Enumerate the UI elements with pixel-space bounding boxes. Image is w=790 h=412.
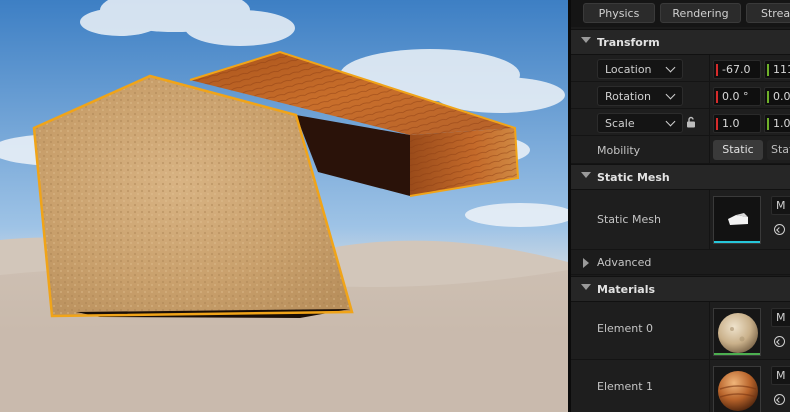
material-thumbnail[interactable] xyxy=(713,366,761,412)
rotation-x-field[interactable]: 0.0 ° xyxy=(713,87,761,106)
mobility-static-button[interactable]: Static xyxy=(713,140,763,160)
collapse-arrow-icon xyxy=(581,172,591,178)
chevron-down-icon xyxy=(665,62,676,73)
category-tabs: Physics Rendering Streaming xyxy=(571,0,790,27)
reset-arrow-icon[interactable] xyxy=(774,394,785,405)
rotation-y-value: 0.0 xyxy=(773,90,790,103)
rotation-y-field[interactable]: 0.0 xyxy=(764,87,790,106)
element-label: Element 1 xyxy=(597,380,654,393)
rotation-dropdown[interactable]: Rotation xyxy=(597,86,683,106)
material-thumbnail[interactable] xyxy=(713,308,761,356)
mobility-row: Mobility Static Stationary xyxy=(571,136,790,164)
material-sphere-icon xyxy=(718,371,758,411)
lock-icon[interactable] xyxy=(685,116,697,128)
material-asset-picker[interactable]: M xyxy=(771,366,790,385)
section-title: Materials xyxy=(597,283,656,296)
material-element-row: Element 1 M xyxy=(571,360,790,412)
static-mesh-label: Static Mesh xyxy=(597,213,661,226)
reset-arrow-icon[interactable] xyxy=(774,224,785,235)
scale-y-value: 1.0 xyxy=(773,117,790,130)
location-y-field[interactable]: 111 xyxy=(764,60,790,79)
chevron-down-icon xyxy=(665,116,676,127)
static-mesh-asset-picker[interactable]: M xyxy=(771,196,790,215)
material-asset-picker[interactable]: M xyxy=(771,308,790,327)
tab-physics[interactable]: Physics xyxy=(583,3,655,23)
location-x-field[interactable]: -67.0 xyxy=(713,60,761,79)
tab-streaming[interactable]: Streaming xyxy=(746,3,790,23)
section-title: Static Mesh xyxy=(597,171,670,184)
static-mesh-thumbnail[interactable] xyxy=(713,196,761,244)
collapse-arrow-icon xyxy=(581,37,591,43)
rotation-label: Rotation xyxy=(605,90,652,103)
viewport[interactable] xyxy=(0,0,568,412)
rotation-x-value: 0.0 ° xyxy=(722,90,749,103)
scale-x-value: 1.0 xyxy=(722,117,740,130)
section-static-mesh[interactable]: Static Mesh xyxy=(571,164,790,190)
static-mesh-row: Static Mesh M xyxy=(571,190,790,250)
reset-arrow-icon[interactable] xyxy=(774,336,785,347)
details-panel: Physics Rendering Streaming Transform Lo… xyxy=(571,0,790,412)
scale-dropdown[interactable]: Scale xyxy=(597,113,683,133)
location-y-value: 111 xyxy=(773,63,790,76)
scale-x-field[interactable]: 1.0 xyxy=(713,114,761,133)
advanced-row[interactable]: Advanced xyxy=(571,250,790,275)
location-dropdown[interactable]: Location xyxy=(597,59,683,79)
material-sphere-icon xyxy=(718,313,758,353)
rotation-row: Rotation 0.0 ° 0.0 xyxy=(571,82,790,109)
scale-y-field[interactable]: 1.0 xyxy=(764,114,790,133)
section-title: Transform xyxy=(597,36,660,49)
element-label: Element 0 xyxy=(597,322,654,335)
material-element-row: Element 0 M xyxy=(571,302,790,360)
advanced-label: Advanced xyxy=(597,256,652,269)
mobility-label: Mobility xyxy=(597,144,641,157)
tab-rendering[interactable]: Rendering xyxy=(660,3,741,23)
location-label: Location xyxy=(605,63,652,76)
location-x-value: -67.0 xyxy=(722,63,751,76)
scale-label: Scale xyxy=(605,117,635,130)
chevron-down-icon xyxy=(665,89,676,100)
section-transform[interactable]: Transform xyxy=(571,29,790,55)
location-row: Location -67.0 111 xyxy=(571,55,790,82)
expand-arrow-icon xyxy=(583,258,589,268)
scale-row: Scale 1.0 1.0 xyxy=(571,109,790,136)
collapse-arrow-icon xyxy=(581,284,591,290)
section-materials[interactable]: Materials xyxy=(571,276,790,302)
mobility-stationary-button[interactable]: Stationary xyxy=(767,140,790,160)
mesh-preview-icon xyxy=(728,213,748,225)
